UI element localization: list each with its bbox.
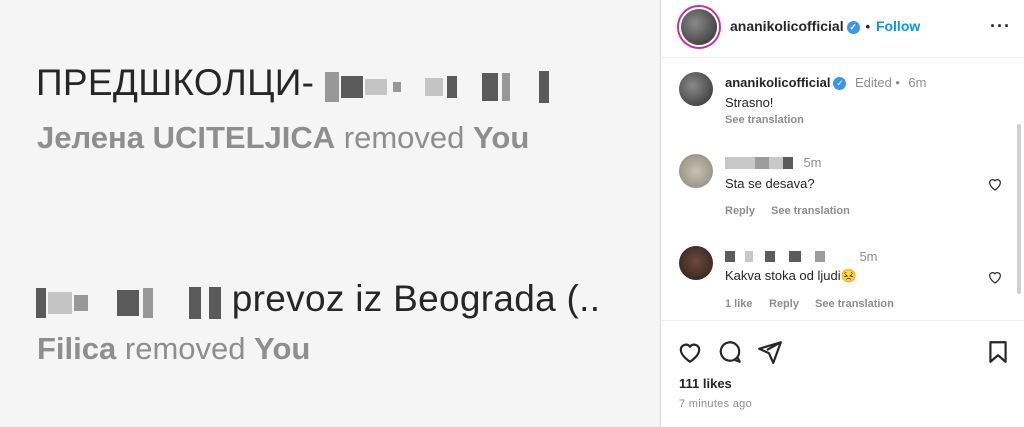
pixelated-name [324,64,549,106]
comments-scrollbar[interactable] [1017,124,1021,294]
heart-icon[interactable] [987,269,1003,285]
pixelated-username [725,154,793,172]
comment-2-header: 5m [725,248,878,266]
comment-avatar[interactable] [679,154,713,188]
caption-time: 6m [908,75,927,90]
removed-word-2: removed [124,331,246,366]
removed-target-1: You [473,120,530,155]
verified-icon: ✓ [846,21,860,34]
group-title-1: ПРЕДШКОЛЦИ- [36,62,549,106]
post-time: 7 minutes ago [679,398,752,410]
removed-target-2: You [254,331,311,366]
group-title-2-text: prevoz iz Beograda (.. [231,278,601,319]
follow-button[interactable]: Follow [876,18,920,34]
header-separator: • [865,19,871,34]
comment-text: Kakva stoka od ljudi😣 [725,268,857,283]
removed-word-1: removed [343,120,465,155]
comments-list[interactable]: ananikolicofficial ✓ Edited • 6m Strasno!… [661,58,1024,320]
post-actions: 111 likes 7 minutes ago [661,320,1024,427]
save-icon[interactable] [985,339,1011,365]
group-title-1-text: ПРЕДШКОЛЦИ- [36,62,315,103]
more-icon[interactable]: ··· [990,16,1011,37]
likes-count[interactable]: 111 likes [679,376,732,391]
pixelated-name [36,280,222,322]
heart-icon[interactable] [987,176,1003,192]
avatar[interactable] [679,7,719,47]
see-translation-button[interactable]: See translation [815,298,894,310]
group-title-2: prevoz iz Beograda (.. [36,278,600,322]
comment-icon[interactable] [717,339,743,365]
comment-text: Sta se desava? [725,176,815,191]
removed-notice-2: Filica removed You [37,331,310,367]
caption-see-translation[interactable]: See translation [725,114,804,126]
share-icon[interactable] [757,339,783,365]
edited-label: Edited • [854,75,900,90]
comment-likes[interactable]: 1 like [725,298,753,310]
removed-groups-screenshot: ПРЕДШКОЛЦИ- Јелена UCITELJICA removed Yo… [0,0,660,427]
reply-button[interactable]: Reply [725,205,755,217]
instagram-post-panel: ananikolicofficial ✓ • Follow ··· ananiko… [660,0,1024,427]
comment-avatar[interactable] [679,246,713,280]
caption-text: Strasno! [725,95,774,110]
see-translation-button[interactable]: See translation [771,205,850,217]
caption-header: ananikolicofficial ✓ Edited • 6m [725,74,926,92]
header-user-line: ananikolicofficial ✓ • Follow [730,18,920,34]
comment-time: 5m [803,155,822,171]
pixelated-username [725,248,825,266]
removed-notice-1: Јелена UCITELJICA removed You [37,120,529,156]
verified-icon: ✓ [833,77,847,90]
reply-button[interactable]: Reply [769,298,799,310]
caption-avatar[interactable] [679,72,713,106]
remover-name-1: Јелена UCITELJICA [37,120,336,155]
caption-username[interactable]: ananikolicofficial [725,75,830,90]
post-header: ananikolicofficial ✓ • Follow ··· [661,0,1024,58]
header-username[interactable]: ananikolicofficial [730,18,844,34]
remover-name-2: Filica [37,331,117,366]
comment-time: 5m [859,249,878,265]
comment-1-header: 5m [725,154,822,172]
heart-icon[interactable] [677,339,703,365]
